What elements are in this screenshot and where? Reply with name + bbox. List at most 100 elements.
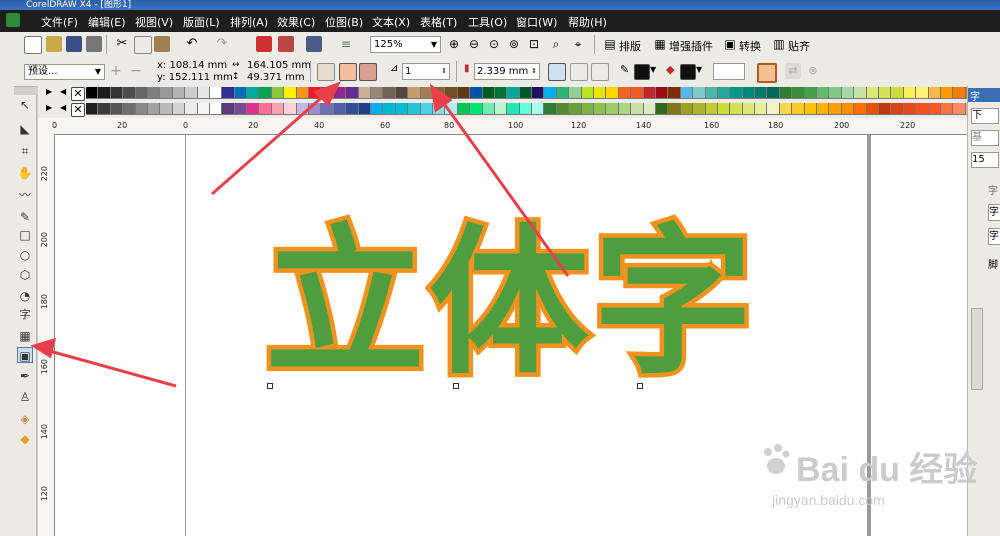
remove-preset-icon[interactable]: − (128, 63, 144, 79)
color-swatch[interactable] (817, 103, 830, 115)
docker-field[interactable]: 15 (971, 152, 999, 168)
application-launcher-icon[interactable] (306, 36, 322, 52)
polygon-tool-icon[interactable]: ⬡ (17, 267, 33, 283)
color-swatch[interactable] (333, 103, 347, 115)
color-swatch[interactable] (631, 87, 644, 99)
color-swatch[interactable] (866, 103, 879, 115)
color-swatch[interactable] (383, 87, 396, 99)
interactive-contour-tool-icon[interactable]: ▣ (17, 347, 33, 363)
convert-button[interactable]: 转换 (739, 38, 761, 54)
palette-scroll-left-icon[interactable]: ◀ (60, 87, 66, 96)
color-swatch[interactable] (222, 87, 235, 99)
color-swatch[interactable] (172, 87, 186, 99)
color-swatch[interactable] (556, 87, 570, 99)
color-swatch[interactable] (358, 103, 371, 115)
color-swatch[interactable] (767, 103, 780, 115)
zoom-selected-icon[interactable]: ⊙ (486, 36, 502, 52)
color-swatch[interactable] (259, 87, 272, 99)
color-swatch[interactable] (693, 103, 706, 115)
zoom-level-select[interactable]: 125% ▼ (370, 36, 441, 53)
enhance-plugin-button[interactable]: 增强插件 (669, 38, 713, 54)
menu-view[interactable]: 视图(V) (135, 14, 173, 30)
color-swatch[interactable] (829, 103, 842, 115)
selection-handle[interactable] (453, 383, 459, 389)
contour-text-artwork[interactable]: 立体字 (260, 218, 757, 387)
color-swatch[interactable] (86, 103, 99, 115)
color-swatch[interactable] (755, 87, 768, 99)
color-swatch[interactable] (185, 103, 198, 115)
color-swatch[interactable] (742, 103, 756, 115)
zoom-page-icon[interactable]: ⊡ (526, 36, 542, 52)
color-swatch[interactable] (309, 87, 322, 99)
color-swatch[interactable] (420, 103, 433, 115)
color-swatch[interactable] (209, 103, 223, 115)
color-swatch[interactable] (247, 103, 260, 115)
color-swatch[interactable] (879, 87, 892, 99)
color-swatch[interactable] (655, 103, 669, 115)
menu-edit[interactable]: 编辑(E) (88, 14, 126, 30)
menu-bitmaps[interactable]: 位图(B) (325, 14, 363, 30)
color-swatch[interactable] (432, 87, 446, 99)
redo-icon[interactable]: ↷ (214, 36, 230, 52)
outline-width-field[interactable]: 2.339 mm ⇕ (474, 63, 540, 80)
color-swatch[interactable] (383, 103, 396, 115)
menu-help[interactable]: 帮助(H) (568, 14, 607, 30)
color-swatch[interactable] (891, 87, 904, 99)
color-swatch[interactable] (742, 87, 756, 99)
color-swatch[interactable] (680, 103, 694, 115)
menu-file[interactable]: 文件(F) (41, 14, 78, 30)
color-swatch[interactable] (395, 87, 409, 99)
zoom-all-icon[interactable]: ⊚ (506, 36, 522, 52)
color-swatch[interactable] (284, 103, 297, 115)
color-swatch[interactable] (569, 103, 582, 115)
docker-field[interactable]: 基 (971, 130, 999, 146)
docker-button[interactable]: 字 (988, 228, 1000, 245)
color-swatch[interactable] (123, 103, 136, 115)
docker-header[interactable]: 字 (968, 88, 1000, 103)
color-swatch[interactable] (333, 87, 347, 99)
color-swatch[interactable] (668, 103, 681, 115)
color-swatch[interactable] (717, 87, 731, 99)
menu-text[interactable]: 文本(X) (372, 14, 410, 30)
color-swatch[interactable] (172, 103, 186, 115)
crop-tool-icon[interactable]: ⌗ (17, 143, 33, 159)
color-swatch[interactable] (482, 87, 495, 99)
color-swatch[interactable] (544, 103, 557, 115)
color-swatch[interactable] (928, 87, 941, 99)
color-swatch[interactable] (408, 87, 421, 99)
color-swatch[interactable] (755, 103, 768, 115)
color-swatch[interactable] (507, 103, 520, 115)
color-swatch[interactable] (779, 103, 793, 115)
color-swatch[interactable] (618, 87, 632, 99)
pan-tool-icon[interactable]: ✋ (17, 165, 33, 181)
smart-fill-tool-icon[interactable]: ✎ (17, 209, 33, 225)
no-color-swatch[interactable]: ✕ (71, 87, 85, 101)
selection-handle[interactable] (637, 383, 643, 389)
color-swatch[interactable] (594, 87, 607, 99)
no-color-swatch[interactable]: ✕ (71, 103, 85, 117)
color-swatch[interactable] (841, 87, 855, 99)
color-swatch[interactable] (222, 103, 235, 115)
palette-scroll-left-icon[interactable]: ▶ (46, 87, 52, 96)
color-swatch[interactable] (643, 87, 656, 99)
outline-color-swatch[interactable] (634, 64, 650, 80)
color-swatch[interactable] (296, 103, 310, 115)
color-swatch[interactable] (432, 103, 446, 115)
chevron-down-icon[interactable]: ▼ (696, 65, 702, 74)
color-swatch[interactable] (854, 103, 867, 115)
color-swatch[interactable] (346, 103, 359, 115)
color-swatch[interactable] (532, 103, 545, 115)
color-swatch[interactable] (197, 87, 210, 99)
color-swatch[interactable] (705, 87, 718, 99)
color-swatch[interactable] (618, 103, 632, 115)
color-swatch[interactable] (866, 87, 879, 99)
palette-scroll-left-icon[interactable]: ▶ (46, 103, 52, 112)
cut-icon[interactable]: ✂ (114, 36, 130, 52)
color-swatch[interactable] (346, 87, 359, 99)
color-swatch[interactable] (693, 87, 706, 99)
menu-layout[interactable]: 版面(L) (183, 14, 220, 30)
layout-button[interactable]: 排版 (619, 38, 641, 54)
import-icon[interactable] (256, 36, 272, 52)
color-swatch[interactable] (953, 103, 966, 115)
color-swatch[interactable] (829, 87, 842, 99)
